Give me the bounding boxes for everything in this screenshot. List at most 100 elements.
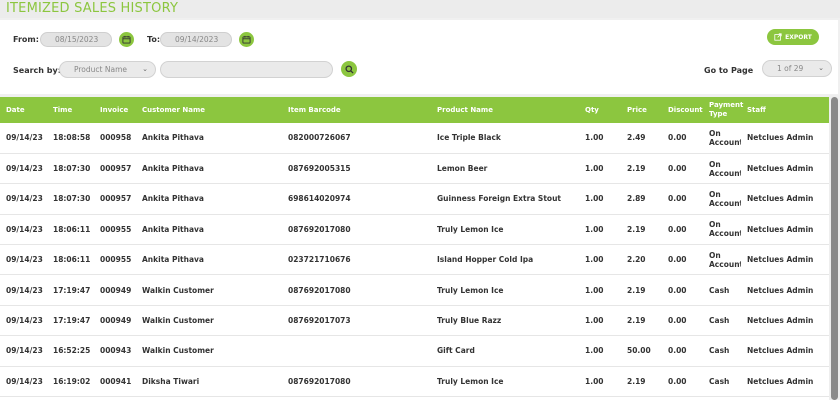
cell-staff: Netclues Admin — [747, 285, 814, 295]
table-row[interactable]: 09/14/23 16:52:25 000943 Walkin Customer Gif… — [0, 336, 829, 367]
cell-payment-type: Cash — [709, 285, 730, 295]
cell-customer-name: Walkin Customer — [142, 316, 214, 326]
table-row[interactable]: 09/14/23 16:19:02 000941 Diksha Tiwari 08769… — [0, 366, 829, 397]
cell-staff: Netclues Admin — [747, 224, 814, 234]
cell-payment-type: On Account — [709, 128, 741, 147]
cell-customer-name: Ankita Pithava — [142, 133, 204, 143]
chevron-down-icon: ⌄ — [818, 64, 824, 72]
sales-table-container: Date Time Invoice Customer Name Item Bar… — [0, 97, 829, 400]
cell-customer-name: Ankita Pithava — [142, 255, 204, 265]
column-header-invoice[interactable]: Invoice — [94, 97, 136, 123]
cell-time: 17:19:47 — [53, 316, 91, 326]
cell-price: 2.19 — [627, 164, 646, 174]
cell-qty: 1.00 — [585, 346, 604, 356]
cell-discount: 0.00 — [668, 164, 687, 174]
column-header-staff[interactable]: Staff — [741, 97, 829, 123]
cell-item-barcode: 023721710676 — [288, 255, 351, 265]
cell-invoice: 000943 — [100, 346, 132, 356]
cell-invoice: 000955 — [100, 224, 132, 234]
from-date-field[interactable]: 08/15/2023 — [40, 32, 112, 47]
cell-payment-type: Cash — [709, 346, 730, 356]
cell-invoice: 000949 — [100, 316, 132, 326]
to-calendar-button[interactable] — [239, 32, 254, 47]
search-input[interactable] — [160, 61, 333, 78]
cell-time: 17:19:47 — [53, 285, 91, 295]
cell-item-barcode: 087692017080 — [288, 376, 351, 386]
cell-qty: 1.00 — [585, 376, 604, 386]
calendar-icon — [122, 35, 131, 44]
cell-discount: 0.00 — [668, 224, 687, 234]
cell-qty: 1.00 — [585, 285, 604, 295]
cell-customer-name: Ankita Pithava — [142, 224, 204, 234]
cell-time: 18:06:11 — [53, 255, 91, 265]
cell-qty: 1.00 — [585, 255, 604, 265]
search-button[interactable] — [341, 61, 357, 77]
cell-invoice: 000941 — [100, 376, 132, 386]
cell-invoice: 000958 — [100, 133, 132, 143]
cell-discount: 0.00 — [668, 255, 687, 265]
cell-item-barcode: 087692005315 — [288, 164, 351, 174]
cell-product-name: Ice Triple Black — [437, 133, 501, 143]
filter-panel: From: 08/15/2023 To: 09/14/2023 EXPORT S… — [0, 20, 838, 94]
column-header-product-name[interactable]: Product Name — [431, 97, 579, 123]
page-select-value: 1 of 29 — [777, 64, 804, 73]
column-header-discount[interactable]: Discount — [662, 97, 703, 123]
cell-discount: 0.00 — [668, 194, 687, 204]
cell-discount: 0.00 — [668, 285, 687, 295]
cell-staff: Netclues Admin — [747, 133, 814, 143]
title-bar: ITEMIZED SALES HISTORY — [0, 0, 840, 18]
calendar-icon — [242, 35, 251, 44]
cell-product-name: Truly Lemon Ice — [437, 285, 504, 295]
cell-date: 09/14/23 — [6, 285, 43, 295]
to-date-field[interactable]: 09/14/2023 — [160, 32, 232, 47]
cell-item-barcode: 082000726067 — [288, 133, 351, 143]
cell-item-barcode: 087692017080 — [288, 285, 351, 295]
cell-staff: Netclues Admin — [747, 164, 814, 174]
search-by-label: Search by: — [13, 66, 61, 75]
cell-product-name: Truly Lemon Ice — [437, 224, 504, 234]
cell-discount: 0.00 — [668, 316, 687, 326]
cell-product-name: Guinness Foreign Extra Stout — [437, 194, 561, 204]
cell-qty: 1.00 — [585, 224, 604, 234]
column-header-date[interactable]: Date — [0, 97, 47, 123]
export-button[interactable]: EXPORT — [767, 29, 819, 45]
cell-item-barcode: 087692017073 — [288, 316, 351, 326]
go-to-page-label: Go to Page — [704, 66, 754, 75]
cell-price: 2.20 — [627, 255, 646, 265]
column-header-payment-type[interactable]: Payment Type — [703, 97, 743, 123]
cell-discount: 0.00 — [668, 133, 687, 143]
table-row[interactable]: 09/14/23 18:07:30 000957 Ankita Pithava 6986… — [0, 184, 829, 215]
cell-date: 09/14/23 — [6, 255, 43, 265]
column-header-item-barcode[interactable]: Item Barcode — [282, 97, 431, 123]
from-calendar-button[interactable] — [119, 32, 134, 47]
table-row[interactable]: 09/14/23 18:07:30 000957 Ankita Pithava 0876… — [0, 153, 829, 184]
cell-customer-name: Ankita Pithava — [142, 194, 204, 204]
cell-price: 2.19 — [627, 376, 646, 386]
table-row[interactable]: 09/14/23 18:06:11 000955 Ankita Pithava 0876… — [0, 214, 829, 245]
cell-payment-type: On Account — [709, 220, 741, 239]
cell-qty: 1.00 — [585, 133, 604, 143]
cell-customer-name: Ankita Pithava — [142, 164, 204, 174]
search-by-select[interactable]: Product Name ⌄ — [59, 61, 156, 78]
cell-qty: 1.00 — [585, 316, 604, 326]
cell-staff: Netclues Admin — [747, 255, 814, 265]
cell-date: 09/14/23 — [6, 194, 43, 204]
column-header-time[interactable]: Time — [47, 97, 94, 123]
column-header-qty[interactable]: Qty — [579, 97, 621, 123]
scrollbar-thumb[interactable] — [831, 97, 838, 400]
cell-date: 09/14/23 — [6, 224, 43, 234]
column-header-customer-name[interactable]: Customer Name — [136, 97, 282, 123]
table-row[interactable]: 09/14/23 17:19:47 000949 Walkin Customer 087… — [0, 305, 829, 336]
table-row[interactable]: 09/14/23 17:19:47 000949 Walkin Customer 087… — [0, 275, 829, 306]
vertical-scrollbar[interactable] — [829, 95, 840, 400]
page-select[interactable]: 1 of 29 ⌄ — [762, 60, 832, 77]
cell-discount: 0.00 — [668, 346, 687, 356]
column-header-price[interactable]: Price — [621, 97, 662, 123]
chevron-down-icon: ⌄ — [142, 65, 148, 73]
cell-payment-type: On Account — [709, 250, 741, 269]
cell-customer-name: Walkin Customer — [142, 346, 214, 356]
table-row[interactable]: 09/14/23 18:08:58 000958 Ankita Pithava 0820… — [0, 123, 829, 154]
cell-price: 50.00 — [627, 346, 651, 356]
table-row[interactable]: 09/14/23 18:06:11 000955 Ankita Pithava 0237… — [0, 245, 829, 275]
export-label: EXPORT — [785, 33, 812, 41]
